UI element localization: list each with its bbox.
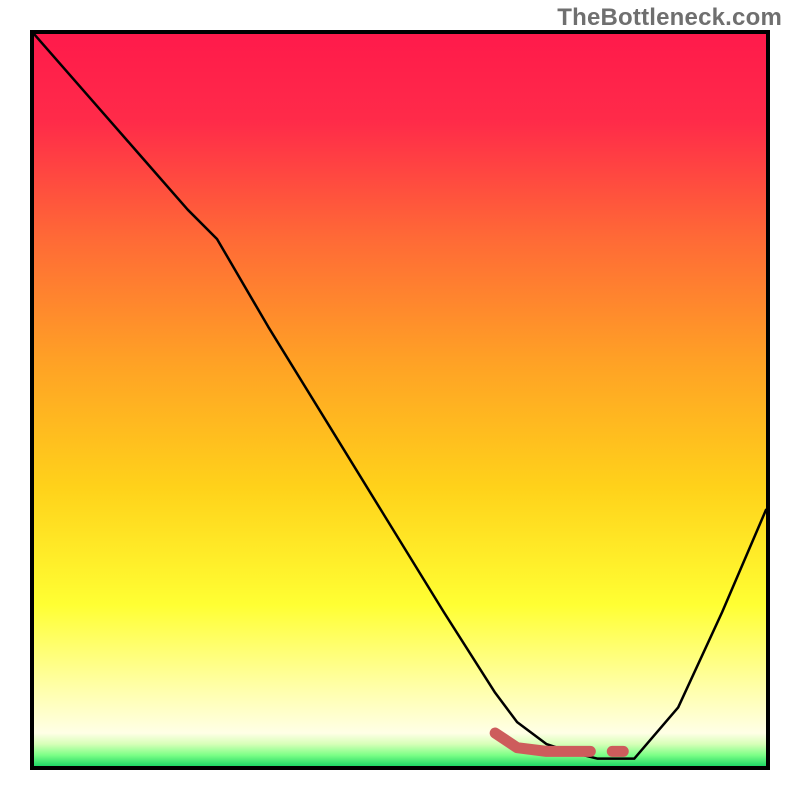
chart-stage: TheBottleneck.com xyxy=(0,0,800,800)
plot-frame xyxy=(30,30,770,770)
plot-area xyxy=(34,34,766,766)
series-bottleneck-curve xyxy=(34,34,766,759)
series-layer xyxy=(34,34,766,766)
watermark-text: TheBottleneck.com xyxy=(557,4,782,32)
